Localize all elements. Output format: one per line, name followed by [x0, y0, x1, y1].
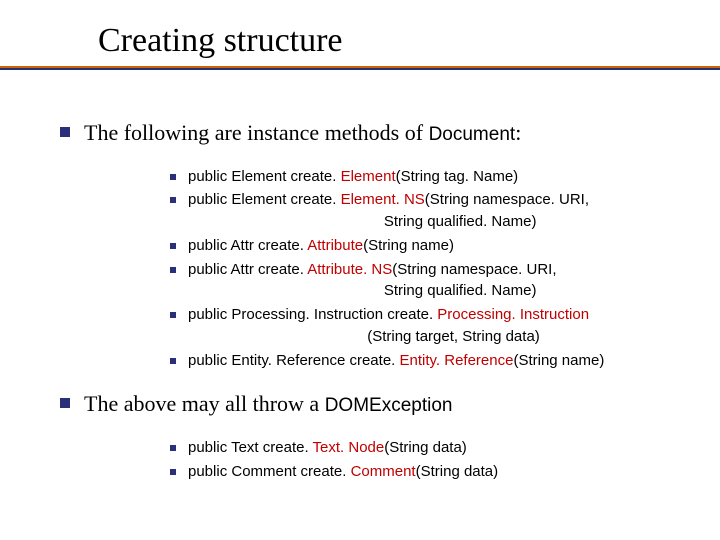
square-bullet-icon — [170, 445, 176, 451]
method-text: public Text create. Text. Node(String da… — [188, 437, 467, 459]
bullet-level1: The above may all throw a DOMException — [60, 389, 690, 419]
method-text: public Processing. Instruction create. P… — [188, 304, 589, 348]
list-item: public Attr create. Attribute. NS(String… — [170, 259, 690, 303]
square-bullet-icon — [170, 243, 176, 249]
method-text: public Comment create. Comment(String da… — [188, 461, 498, 483]
methods-list-2: public Text create. Text. Node(String da… — [170, 437, 690, 483]
point2-code: DOMException — [325, 395, 453, 416]
slide-content: The following are instance methods of Do… — [0, 70, 720, 483]
slide-title: Creating structure — [98, 22, 720, 60]
method-text: public Attr create. Attribute. NS(String… — [188, 259, 557, 303]
list-item: public Element create. Element. NS(Strin… — [170, 189, 690, 233]
point1-text: The following are instance methods of Do… — [84, 118, 521, 148]
square-bullet-icon — [170, 358, 176, 364]
point1-code: Document — [429, 124, 516, 145]
list-item: public Entity. Reference create. Entity.… — [170, 350, 690, 372]
method-text: public Element create. Element. NS(Strin… — [188, 189, 589, 233]
list-item: public Element create. Element(String ta… — [170, 166, 690, 188]
methods-list-1: public Element create. Element(String ta… — [170, 166, 690, 372]
list-item: public Comment create. Comment(String da… — [170, 461, 690, 483]
square-bullet-icon — [170, 312, 176, 318]
point1-prefix: The following are instance methods of — [84, 120, 429, 145]
square-bullet-icon — [170, 267, 176, 273]
square-bullet-icon — [170, 174, 176, 180]
point1-suffix: : — [515, 120, 521, 145]
point2-text: The above may all throw a DOMException — [84, 389, 452, 419]
square-bullet-icon — [60, 127, 70, 137]
square-bullet-icon — [170, 197, 176, 203]
method-text: public Entity. Reference create. Entity.… — [188, 350, 604, 372]
bullet-level1: The following are instance methods of Do… — [60, 118, 690, 148]
method-text: public Attr create. Attribute(String nam… — [188, 235, 454, 257]
list-item: public Processing. Instruction create. P… — [170, 304, 690, 348]
list-item: public Attr create. Attribute(String nam… — [170, 235, 690, 257]
point2-prefix: The above may all throw a — [84, 391, 325, 416]
method-text: public Element create. Element(String ta… — [188, 166, 518, 188]
list-item: public Text create. Text. Node(String da… — [170, 437, 690, 459]
square-bullet-icon — [60, 398, 70, 408]
square-bullet-icon — [170, 469, 176, 475]
title-area: Creating structure — [0, 0, 720, 60]
